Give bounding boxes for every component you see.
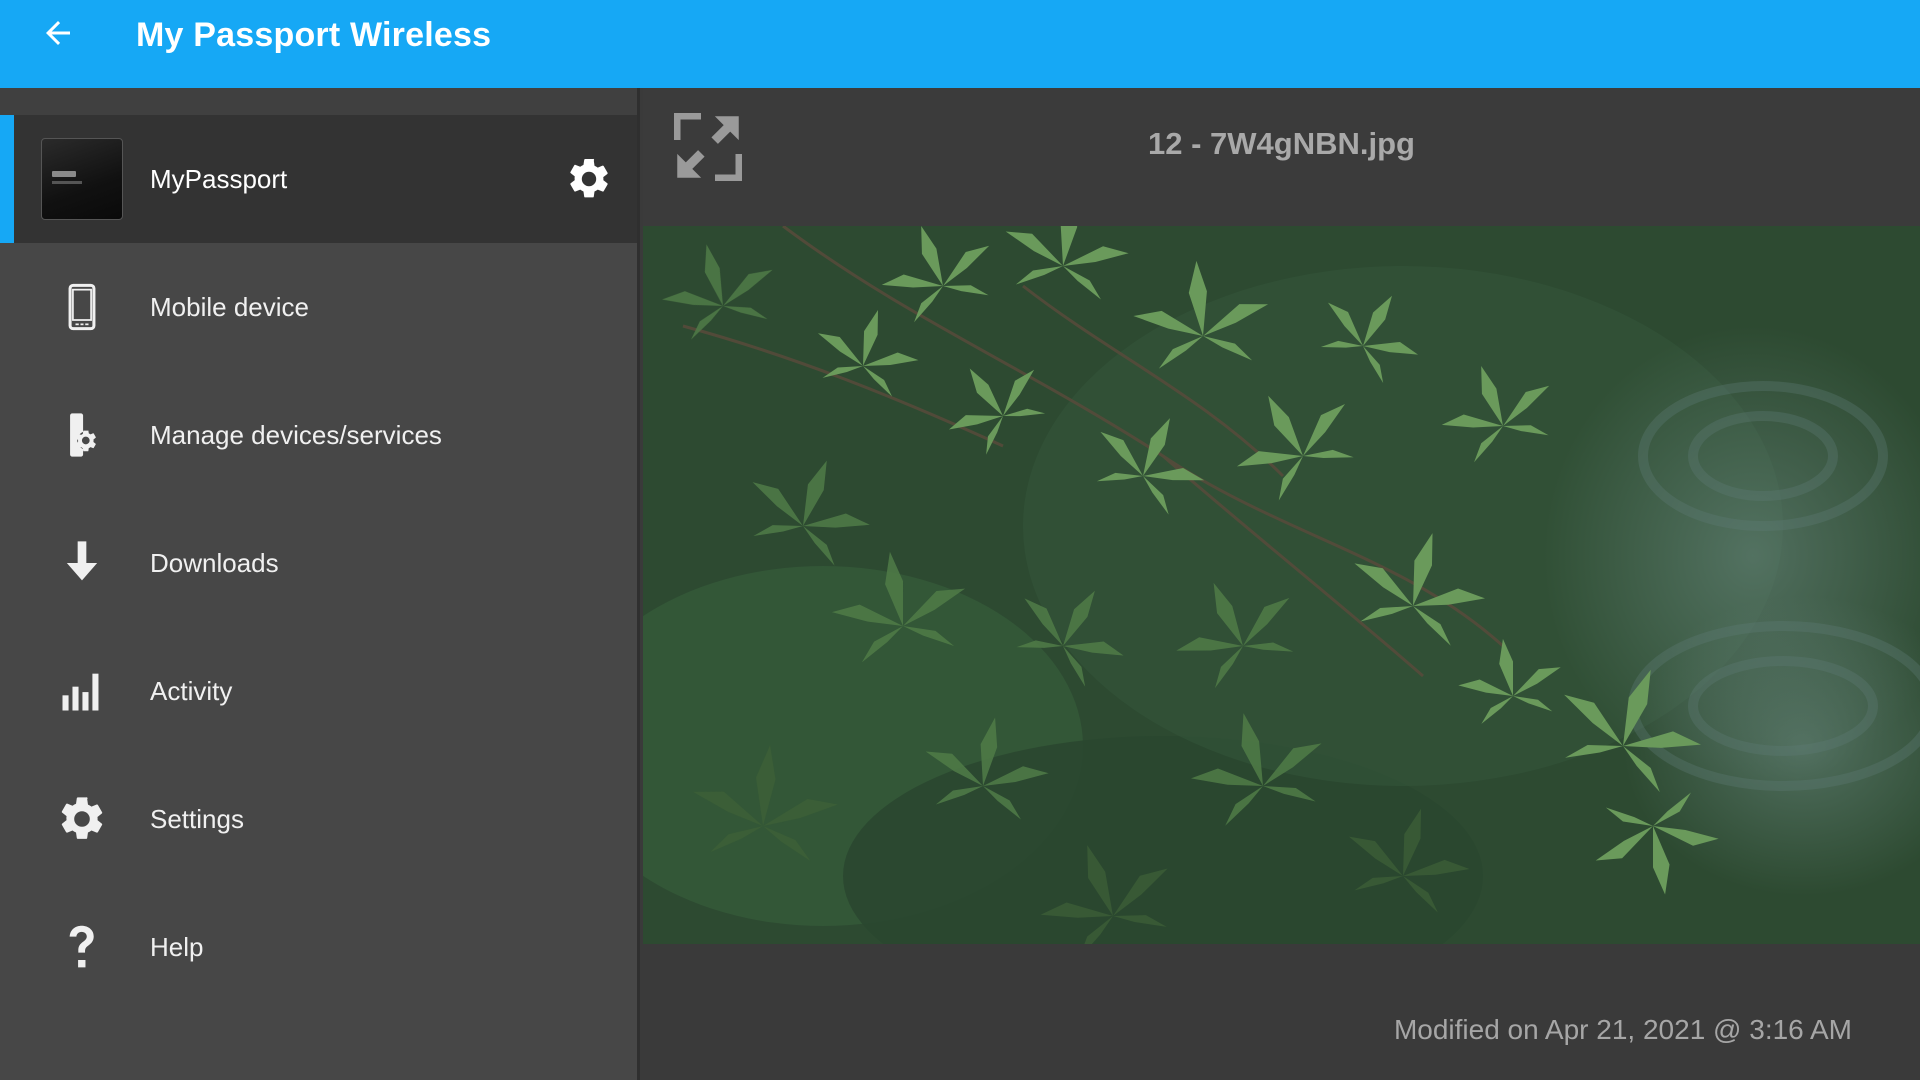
selected-indicator (0, 115, 14, 243)
device-label-mark (52, 181, 82, 184)
device-row-mypassport[interactable]: MyPassport (0, 115, 637, 243)
back-button[interactable] (0, 0, 120, 88)
download-arrow-icon (66, 541, 98, 581)
viewer-header: 12 - 7W4gNBN.jpg (643, 88, 1920, 226)
sidebar-item-label: Manage devices/services (150, 419, 442, 450)
device-logo-mark (52, 171, 76, 177)
gear-icon (61, 797, 103, 839)
modified-timestamp: Modified on Apr 21, 2021 @ 3:16 AM (1393, 1014, 1852, 1045)
sidebar-item-label: Activity (150, 675, 233, 706)
question-mark-icon (69, 925, 94, 968)
bar-chart-icon (62, 673, 99, 711)
device-thumbnail (41, 138, 123, 220)
photo-maple-leaves[interactable] (643, 226, 1920, 944)
sidebar-item-label: Help (150, 931, 204, 962)
device-settings-gear-icon[interactable] (565, 155, 613, 203)
sidebar-item-label: Mobile device (150, 291, 309, 322)
sidebar-item-label: Settings (150, 803, 244, 834)
device-name: MyPassport (150, 163, 288, 194)
app-bar: My Passport Wireless (0, 0, 1920, 88)
sidebar-item-help[interactable]: Help (0, 883, 637, 1011)
leaves-illustration (643, 226, 1920, 944)
drawer-top-strip (0, 88, 637, 115)
sidebar-item-manage-devices[interactable]: Manage devices/services (0, 371, 637, 499)
sidebar-item-settings[interactable]: Settings (0, 755, 637, 883)
device-settings-icon (70, 413, 96, 457)
sidebar-item-downloads[interactable]: Downloads (0, 499, 637, 627)
file-title: 12 - 7W4gNBN.jpg (1148, 126, 1415, 161)
sidebar-item-label: Downloads (150, 547, 279, 578)
back-arrow-icon (46, 21, 70, 45)
image-viewer: 12 - 7W4gNBN.jpg Modified on Apr 21, 202… (643, 88, 1920, 1080)
navigation-drawer: MyPassport Mobile device Manage devices/… (0, 88, 640, 1080)
sidebar-item-mobile-device[interactable]: Mobile device (0, 243, 637, 371)
app-title: My Passport Wireless (136, 15, 492, 54)
sidebar-item-activity[interactable]: Activity (0, 627, 637, 755)
phone-icon (68, 283, 96, 331)
